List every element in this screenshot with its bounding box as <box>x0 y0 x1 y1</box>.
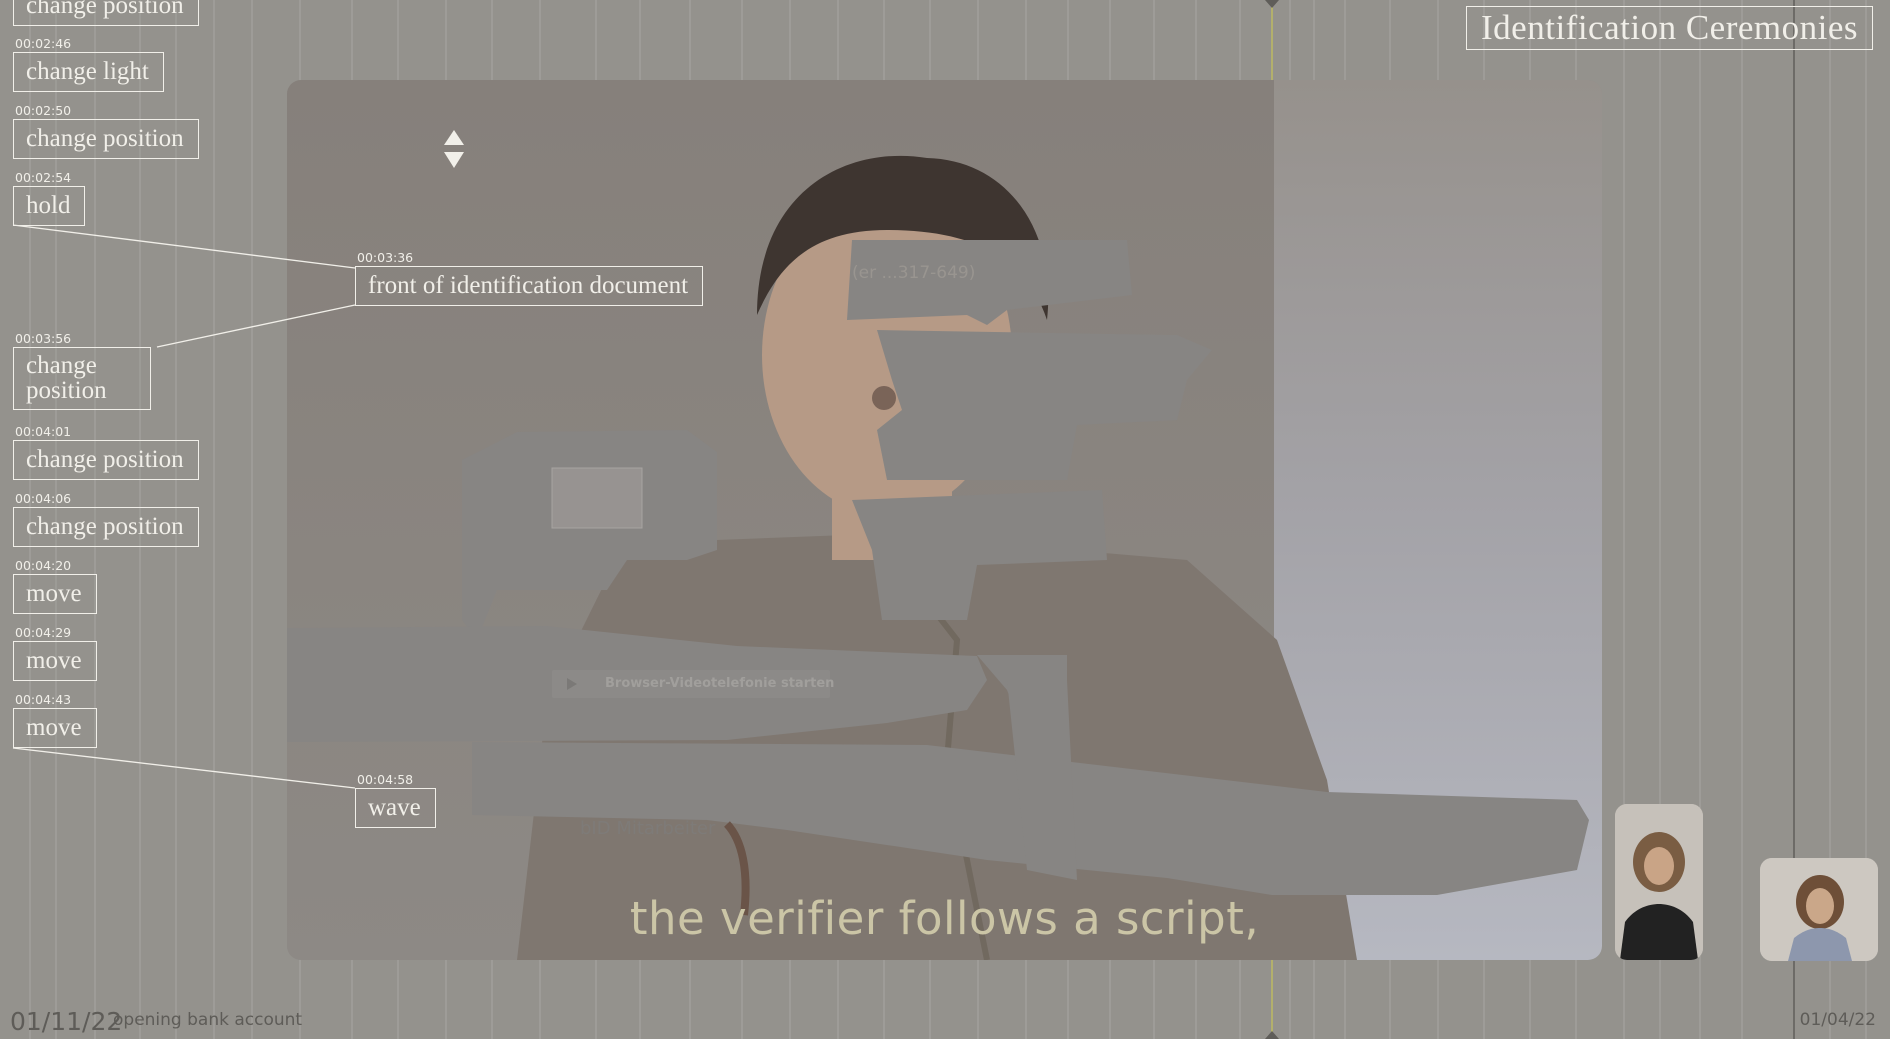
footer-start-date: 01/11/22 <box>10 1007 123 1036</box>
event-label: change position <box>13 0 199 26</box>
event-time: 00:04:29 <box>15 625 72 640</box>
event-time: 00:04:01 <box>15 424 72 439</box>
event-label: change light <box>13 52 164 92</box>
event-time: 00:02:46 <box>15 36 72 51</box>
event-label: move <box>13 641 97 681</box>
footer-caption: opening bank account <box>113 1010 303 1030</box>
event-label: change position <box>13 507 199 547</box>
event-change-position-3[interactable]: 00:03:56 change position <box>13 331 151 410</box>
event-time: 00:04:43 <box>15 692 72 707</box>
annotation-connectors <box>12 224 356 789</box>
event-time: 00:03:36 <box>357 250 414 265</box>
event-label: front of identification document <box>355 266 704 306</box>
footer-end-date: 01/04/22 <box>1799 1010 1876 1030</box>
event-label: hold <box>13 186 86 226</box>
event-time: 00:02:50 <box>15 103 72 118</box>
event-time: 00:04:58 <box>357 772 414 787</box>
event-change-light[interactable]: 00:02:46 change light <box>13 36 164 92</box>
event-time: 00:04:20 <box>15 558 72 573</box>
event-label: change position <box>13 440 199 480</box>
event-label: move <box>13 708 97 748</box>
event-hold[interactable]: 00:02:54 hold <box>13 170 86 226</box>
event-wave[interactable]: 00:04:58 wave <box>355 772 436 828</box>
person-portrait <box>1760 858 1878 961</box>
event-change-position-1[interactable]: change position <box>13 0 199 26</box>
person-portrait <box>1615 804 1703 960</box>
event-label: wave <box>355 788 436 828</box>
event-move-1[interactable]: 00:04:20 move <box>13 558 97 614</box>
participant-thumbnail-1[interactable] <box>1615 804 1703 960</box>
event-move-2[interactable]: 00:04:29 move <box>13 625 97 681</box>
participant-thumbnail-2[interactable] <box>1760 858 1878 961</box>
event-time: 00:03:56 <box>15 331 72 346</box>
event-move-3[interactable]: 00:04:43 move <box>13 692 97 748</box>
event-change-position-2[interactable]: 00:02:50 change position <box>13 103 199 159</box>
event-label: move <box>13 574 97 614</box>
event-change-position-5[interactable]: 00:04:06 change position <box>13 491 199 547</box>
event-front-of-id-document[interactable]: 00:03:36 front of identification documen… <box>355 250 704 306</box>
event-change-position-4[interactable]: 00:04:01 change position <box>13 424 199 480</box>
event-label: change position <box>13 347 151 410</box>
event-label: change position <box>13 119 199 159</box>
event-time: 00:04:06 <box>15 491 72 506</box>
event-time: 00:02:54 <box>15 170 72 185</box>
